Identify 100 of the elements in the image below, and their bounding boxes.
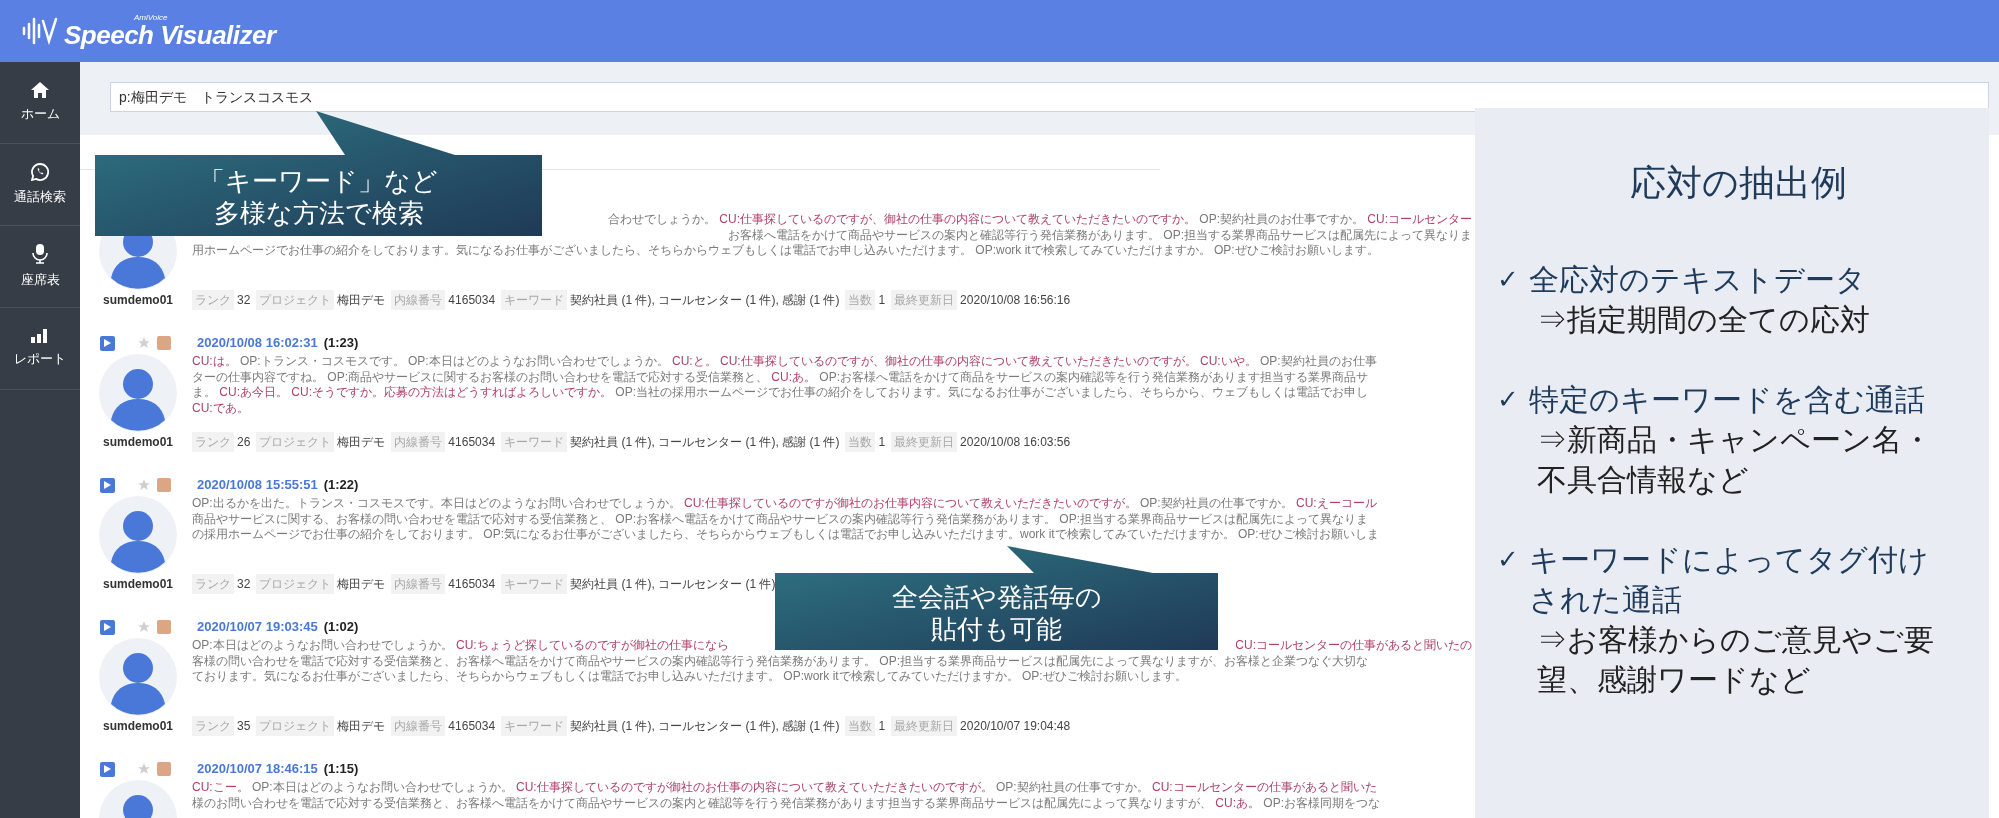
check-icon: ✓ (1497, 260, 1519, 298)
tag-icon[interactable] (157, 336, 171, 350)
meta-label: 内線番号 (391, 716, 446, 736)
transcript-text: OP:当社の採用ホームページでお仕事の紹介をしております。気になるお仕事がございましたら、そちらから、ウェブもしくは電話でお申し (615, 385, 1368, 401)
transcript-text: ターの仕事内容ですね。 OP:商品やサービスに関するお客様のお問い合わせを電話で応対する受信業務と、 (192, 369, 769, 385)
tag-icon[interactable] (157, 762, 171, 776)
sidebar-label: 通話検索 (14, 187, 66, 206)
panel-item-detail: ⇒指定期間の全ての応対 (1536, 302, 1871, 338)
meta-value: 2020/10/07 19:04:48 (960, 718, 1071, 735)
meta-value: 4165034 (448, 292, 496, 309)
sound-wave-logo-icon (22, 15, 58, 47)
play-button[interactable] (100, 335, 115, 351)
play-icon (104, 481, 111, 489)
username: sumdemo01 (103, 292, 173, 309)
username: sumdemo01 (103, 434, 173, 451)
meta-value: 梅田デモ (337, 434, 386, 451)
search-field[interactable]: p:梅田デモ トランスコスモス (110, 82, 1989, 112)
star-icon[interactable] (137, 336, 151, 350)
call-duration: (1:15) (323, 760, 359, 779)
star-icon[interactable] (137, 478, 151, 492)
meta-label: ランク (192, 290, 234, 310)
play-button[interactable] (100, 761, 115, 777)
tag-icon[interactable] (157, 478, 171, 492)
panel-item-title: 全応対のテキストデータ (1529, 262, 1867, 298)
meta-label: ランク (192, 432, 234, 452)
sidebar-item[interactable]: 通話検索 (0, 144, 80, 226)
home-icon (31, 81, 49, 98)
meta-label: ランク (192, 716, 234, 736)
transcript-text: CU:と。 CU:仕事探しているのですが、御社の仕事の内容について教えていただきたいのですが。 CU:いや。 (672, 354, 1258, 370)
bar-chart-icon (31, 328, 49, 343)
transcript-text: CU:えーコール (1296, 496, 1377, 512)
sidebar-item[interactable]: 座席表 (0, 226, 80, 308)
check-icon: ✓ (1497, 380, 1519, 418)
meta-value: 26 (237, 434, 251, 451)
meta-value: 契約社員 (1 件), コールセンター (1 件), 感謝 (1 件) (570, 434, 840, 451)
transcript-text: CU:コールセンターの仕事があると聞いた (1152, 780, 1377, 796)
meta-value: 梅田デモ (337, 576, 386, 593)
meta-label: 内線番号 (391, 432, 446, 452)
call-duration: (1:02) (323, 618, 359, 637)
meta-label: キーワード (501, 432, 568, 452)
transcript-text: OP:トランス・コスモスです。 OP:本日はどのようなお問い合わせでしょうか。 (240, 354, 670, 370)
callout-text: 全会話や発話毎の (891, 581, 1102, 613)
play-icon (104, 339, 111, 347)
transcript-text: CU:あ今日。 CU:そうですか。応募の方法はどうすればよろしいですか。 (219, 385, 613, 401)
meta-value: 1 (878, 292, 886, 309)
meta-value: 2020/10/08 16:03:56 (960, 434, 1071, 451)
sidebar-label: 座席表 (20, 270, 60, 289)
star-icon[interactable] (137, 620, 151, 634)
transcript-text: OP:契約社員の仕事ですか。 (996, 780, 1150, 796)
call-date-link[interactable]: 2020/10/07 19:03:45 (197, 617, 318, 637)
call-duration: (1:23) (323, 334, 359, 353)
call-date-link[interactable]: 2020/10/08 15:55:51 (197, 475, 318, 495)
play-button[interactable] (100, 477, 115, 493)
meta-value: 梅田デモ (337, 292, 386, 309)
meta-label: キーワード (501, 290, 568, 310)
microphone-icon (32, 243, 48, 264)
sidebar-label: ホーム (20, 104, 60, 123)
meta-value: 4165034 (448, 434, 496, 451)
meta-value: 1 (878, 434, 886, 451)
transcript-text: お客様へ電話をかけて商品やサービスの案内と確認等行う発信業務があります。 OP:担当する業界商品サービスは配属先によって異なりま (728, 227, 1472, 243)
meta-value: 32 (237, 576, 251, 593)
play-button[interactable] (100, 619, 115, 635)
meta-value: 4165034 (448, 718, 496, 735)
meta-label: 当数 (845, 290, 876, 310)
username: sumdemo01 (103, 576, 173, 593)
transcript-text: CU:あ。 (771, 369, 817, 385)
transcript-text: CU:仕事探しているのですが、御社の仕事の内容について教えていただきたいのですか。 (719, 212, 1197, 228)
meta-value: 契約社員 (1 件), コールセンター (1 件), 感謝 (1 件) (570, 718, 840, 735)
panel-item-detail: ⇒新商品・キャンペーン名・不具合情報など (1536, 422, 1933, 498)
phone-bubble-icon (31, 162, 49, 181)
call-duration: (1:22) (323, 476, 359, 495)
brand-name: Speech Visualizer (64, 22, 276, 48)
star-icon[interactable] (137, 762, 151, 776)
panel-title: 応対の抽出例 (1628, 161, 1848, 205)
meta-value: 32 (237, 292, 251, 309)
transcript-text: 合わせでしょうか。 (607, 212, 717, 228)
meta-label: 内線番号 (391, 290, 446, 310)
transcript-text: 用ホームページでお仕事の紹介をしております。気になるお仕事がございましたら、そちらからウェブもしくは電話でお申し込みいただけます。 OP:work itで検索してみていただけますか。 OP:ぜひご検討お願いします。 (192, 243, 1379, 259)
meta-value: 2020/10/08 16:56:16 (960, 292, 1071, 309)
transcript-text: CU:ちょうど探しているのですが御社の仕事になら (456, 638, 729, 654)
transcript-text: ま。 (192, 385, 217, 401)
meta-label: 当数 (845, 716, 876, 736)
check-icon: ✓ (1497, 540, 1519, 578)
transcript-text: CU:あ。 (1215, 795, 1261, 811)
transcript-text: OP:契約社員のお仕事 (1260, 354, 1377, 370)
meta-value: 1 (878, 718, 886, 735)
transcript-text: の採用ホームページでお仕事の紹介をしております。 OP:気になるお仕事がございましたら、そちらからウェブもしくは電話でお申し込みいただけます。work itで検索してみていただけますか。 OP:ぜひご検討お願いしま (192, 527, 1379, 543)
meta-label: ランク (192, 574, 234, 594)
meta-label: 内線番号 (391, 574, 446, 594)
call-date-link[interactable]: 2020/10/08 16:02:31 (197, 333, 318, 353)
tag-icon[interactable] (157, 620, 171, 634)
sidebar-item[interactable]: レポート (0, 308, 80, 390)
callout-text: 「キーワード」など (199, 165, 438, 197)
call-date-link[interactable]: 2020/10/07 18:46:15 (197, 759, 318, 779)
panel-item-detail: ⇒お客様からのご意見やご要望、感謝ワードなど (1536, 622, 1935, 698)
panel-item-title: キーワードによってタグ付けされた通話 (1529, 542, 1930, 618)
sidebar-label: レポート (14, 349, 66, 368)
meta-label: 最終更新日 (891, 716, 958, 736)
transcript-text: CU:コールセンターの仕事があると聞いたの (1235, 638, 1472, 654)
meta-value: 契約社員 (1 件), コールセンター (1 件) (570, 576, 776, 593)
